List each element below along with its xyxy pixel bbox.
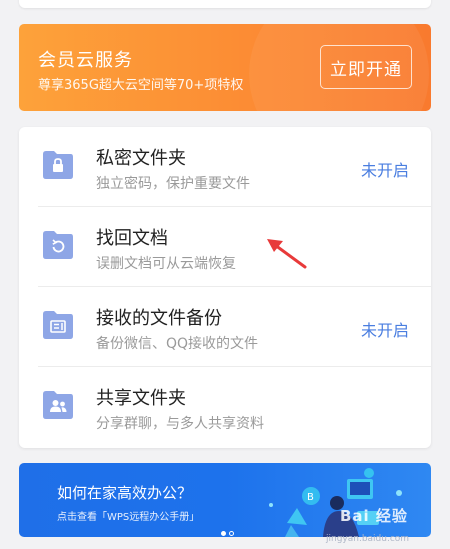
promo-title: 如何在家高效办公？ — [57, 484, 193, 502]
item-title: 找回文档 — [96, 228, 168, 249]
vip-cloud-banner[interactable]: 会员云服务 尊享365G超大云空间等70+项特权 立即开通 — [19, 24, 431, 111]
previous-card-edge — [19, 0, 431, 8]
item-description: 分享群聊，与多人共享资料 — [96, 416, 264, 432]
watermark-url: jingyan.baidu.com — [326, 534, 410, 544]
restore-folder-icon — [43, 231, 73, 259]
item-description: 独立密码，保护重要文件 — [96, 176, 250, 192]
backup-folder-icon — [43, 311, 73, 339]
item-title: 接收的文件备份 — [96, 308, 222, 329]
vip-title: 会员云服务 — [38, 50, 133, 71]
list-item-shared-folder[interactable]: 共享文件夹 分享群聊，与多人共享资料 — [19, 367, 431, 447]
carousel-dot — [229, 531, 234, 536]
svg-text:B: B — [307, 492, 314, 503]
status-not-enabled[interactable]: 未开启 — [361, 317, 409, 341]
shared-folder-icon — [43, 391, 73, 419]
annotation-arrow-icon — [267, 239, 307, 269]
watermark-logo: Bai 经验 — [340, 507, 408, 525]
list-item-received-backup[interactable]: 接收的文件备份 备份微信、QQ接收的文件 未开启 — [19, 287, 431, 367]
item-title: 私密文件夹 — [96, 148, 186, 169]
carousel-dots — [221, 521, 237, 537]
promo-subtitle: 点击查看「WPS远程办公手册」 — [57, 512, 200, 523]
item-description: 误删文档可从云端恢复 — [96, 256, 236, 272]
item-title: 共享文件夹 — [96, 388, 186, 409]
feature-list: 私密文件夹 独立密码，保护重要文件 未开启 找回文档 误删文档可从云端恢复 接收… — [19, 127, 431, 448]
lock-folder-icon — [43, 151, 73, 179]
vip-subtitle: 尊享365G超大云空间等70+项特权 — [38, 78, 244, 93]
activate-now-button[interactable]: 立即开通 — [320, 45, 412, 89]
carousel-dot-active — [221, 531, 226, 536]
list-item-recover-docs[interactable]: 找回文档 误删文档可从云端恢复 — [19, 207, 431, 287]
item-description: 备份微信、QQ接收的文件 — [96, 336, 259, 352]
list-item-private-folder[interactable]: 私密文件夹 独立密码，保护重要文件 未开启 — [19, 127, 431, 207]
status-not-enabled[interactable]: 未开启 — [361, 157, 409, 181]
